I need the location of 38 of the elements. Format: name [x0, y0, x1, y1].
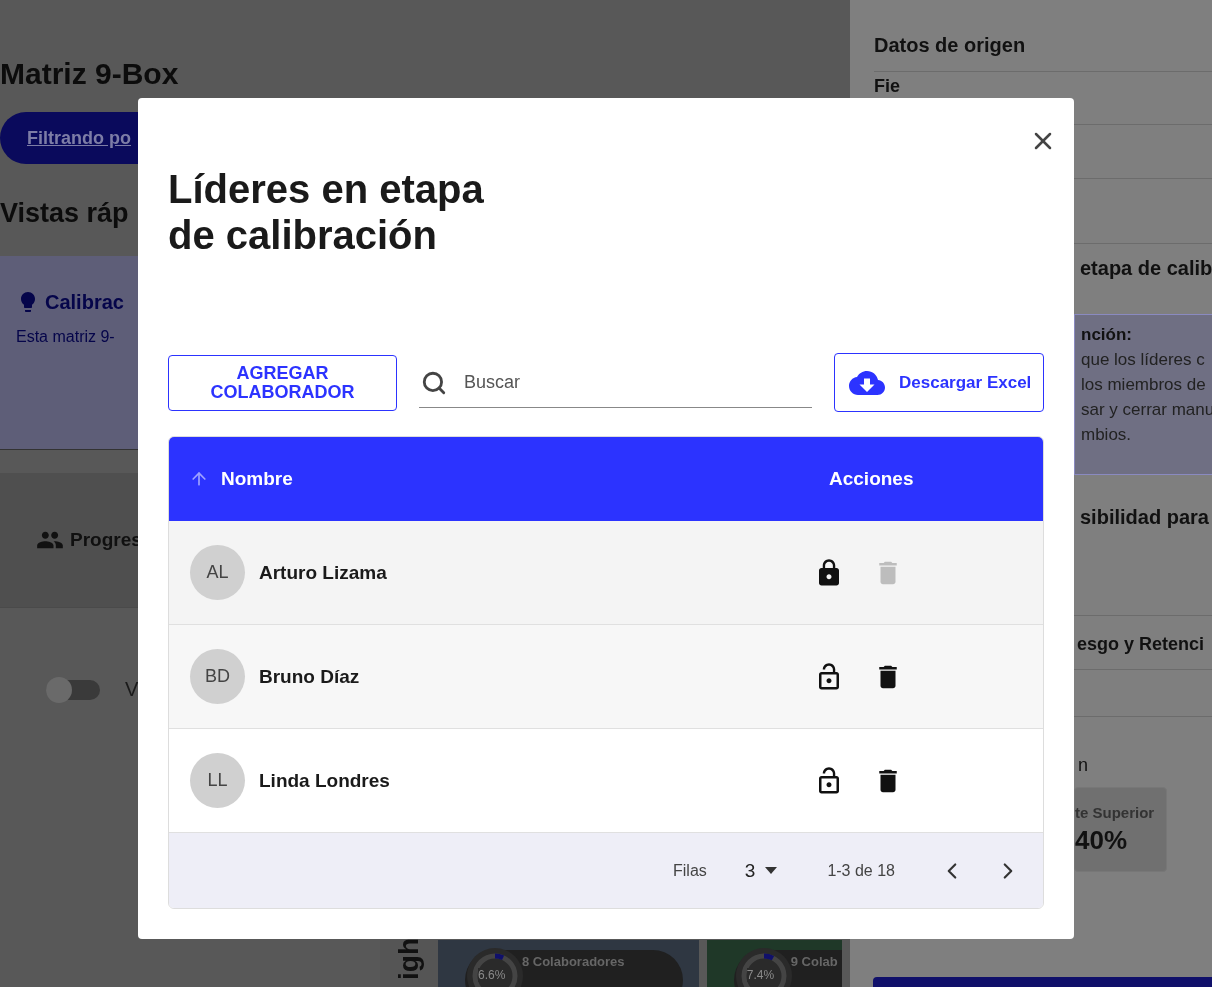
note-title: nción:: [1081, 325, 1133, 345]
download-excel-button[interactable]: Descargar Excel: [834, 353, 1044, 412]
name-cell-text: Bruno Díaz: [259, 665, 361, 688]
page-range: 1-3 de 18: [827, 861, 895, 880]
note-text: los miembros de: [1081, 375, 1207, 395]
note-text: mbios.: [1081, 425, 1133, 445]
add-collaborator-button[interactable]: AGREGAR COLABORADOR: [168, 354, 397, 411]
card-text: Esta matriz 9-: [16, 328, 116, 346]
stat-label: te Superior: [1075, 804, 1156, 821]
dialog-title: Líderes en etapa de calibración: [168, 166, 484, 258]
note-text: que los líderes c: [1081, 350, 1206, 370]
toggle-label: V: [125, 678, 139, 701]
percent-label: 6.6%: [477, 968, 506, 982]
column-header[interactable]: Acciones: [829, 468, 1029, 490]
toggle-switch[interactable]: [46, 679, 100, 700]
column-header[interactable]: Nombre: [189, 468, 829, 490]
label: n: [1077, 754, 1089, 777]
section-heading: etapa de calib: [1079, 256, 1212, 280]
rows-label: Filas: [673, 861, 707, 880]
search-icon: [421, 369, 447, 396]
section-title: Vistas ráp: [0, 197, 129, 230]
axis-label: igh: [393, 938, 424, 980]
name-cell-text: Arturo Lizama: [259, 561, 388, 584]
stat-value: 40%: [1075, 825, 1129, 856]
count-label: 9 Colab: [790, 954, 838, 969]
panel-title: Datos de origen: [874, 0, 1212, 72]
count-label: 8 Colaboradores: [521, 954, 625, 969]
section-heading: esgo y Retenci: [1076, 633, 1206, 656]
avatar: AL: [190, 545, 245, 600]
rows-per-page-select[interactable]: 3: [744, 859, 778, 882]
page-title: Matriz 9-Box: [0, 56, 179, 92]
avatar: BD: [190, 649, 245, 704]
card-title: Calibrac: [45, 290, 124, 314]
percent-label: 7.4%: [746, 968, 775, 982]
avatar: LL: [190, 753, 245, 808]
section-heading: sibilidad para: [1079, 505, 1210, 529]
name-cell-text: Linda Londres: [259, 769, 391, 792]
caret-icon: [765, 867, 778, 874]
